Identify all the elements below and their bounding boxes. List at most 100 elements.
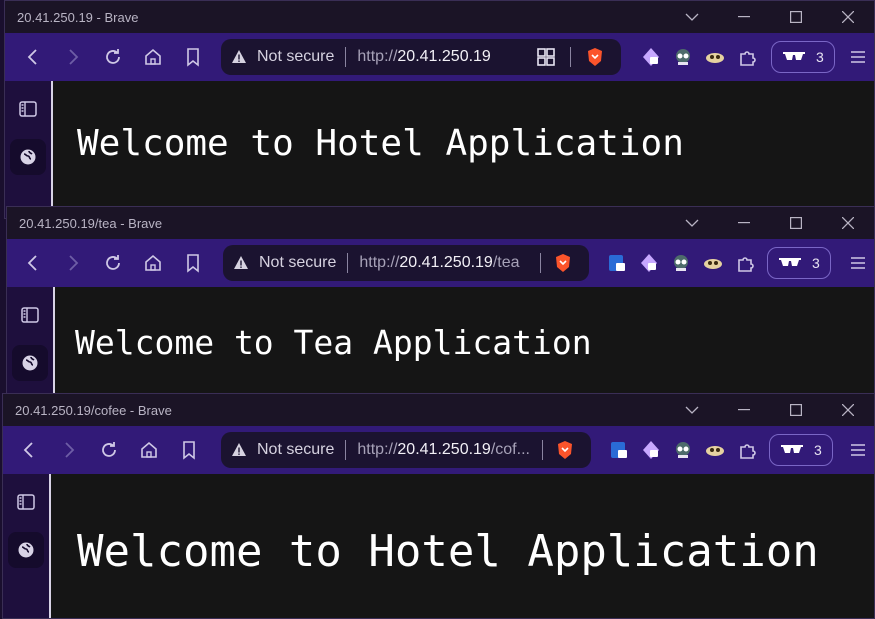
url-separator — [347, 253, 349, 273]
warning-icon[interactable] — [231, 49, 247, 65]
page-heading: Welcome to Hotel Application — [77, 526, 819, 577]
extension-glasses-icon[interactable] — [665, 247, 697, 279]
extension-lock-icon[interactable] — [633, 247, 665, 279]
toolbar: Not secure http:// 20.41.250.19 3 — [5, 33, 874, 81]
forward-button[interactable] — [49, 430, 89, 470]
not-secure-label[interactable]: Not secure — [257, 441, 334, 459]
url-host: 20.41.250.19 — [399, 254, 493, 271]
reload-button[interactable] — [93, 37, 133, 77]
page-content: Welcome to Hotel Application — [53, 81, 874, 218]
extension-tampermonkey-icon[interactable] — [699, 434, 731, 466]
private-window-count: 3 — [814, 442, 822, 458]
url-protocol: http:// — [357, 441, 398, 458]
extensions-puzzle-icon[interactable] — [731, 41, 763, 73]
brave-shields-icon[interactable] — [547, 247, 579, 279]
title-bar: 20.41.250.19/tea - Brave — [7, 207, 874, 239]
minimize-button[interactable] — [718, 394, 770, 426]
address-bar[interactable]: Not secure http:// 20.41.250.19 — [221, 39, 621, 75]
close-button[interactable] — [822, 207, 874, 239]
extensions-puzzle-icon[interactable] — [729, 247, 761, 279]
not-secure-label[interactable]: Not secure — [259, 254, 336, 272]
bookmark-button[interactable] — [169, 430, 209, 470]
url-protocol: http:// — [357, 48, 398, 65]
not-secure-label[interactable]: Not secure — [257, 48, 334, 66]
home-button[interactable] — [133, 37, 173, 77]
back-button[interactable] — [13, 243, 53, 283]
private-windows-button[interactable]: 3 — [767, 247, 831, 279]
close-button[interactable] — [822, 394, 874, 426]
toolbar: Not secure http:// 20.41.250.19 /tea 3 — [7, 239, 874, 287]
private-window-count: 3 — [816, 49, 824, 65]
home-button[interactable] — [129, 430, 169, 470]
url-path: /cof... — [490, 441, 530, 458]
extensions-puzzle-icon[interactable] — [731, 434, 763, 466]
warning-icon[interactable] — [231, 442, 247, 458]
extension-bitwarden-icon[interactable] — [603, 434, 635, 466]
sidebar-toggle-icon[interactable] — [12, 297, 48, 333]
page-content: Welcome to Hotel Application — [51, 474, 874, 618]
warning-icon[interactable] — [233, 255, 249, 271]
forward-button[interactable] — [53, 243, 93, 283]
side-panel — [3, 474, 51, 618]
bookmark-button[interactable] — [173, 37, 213, 77]
extension-lock-icon[interactable] — [635, 434, 667, 466]
sidebar-toggle-icon[interactable] — [8, 484, 44, 520]
extension-lock-icon[interactable] — [635, 41, 667, 73]
extension-bitwarden-icon[interactable] — [601, 247, 633, 279]
back-button[interactable] — [9, 430, 49, 470]
window-title: 20.41.250.19/cofee - Brave — [15, 402, 172, 418]
extension-glasses-icon[interactable] — [667, 41, 699, 73]
menu-button[interactable] — [842, 430, 874, 470]
page-heading: Welcome to Tea Application — [75, 323, 592, 362]
toolbar: Not secure http:// 20.41.250.19 /cof... … — [3, 426, 874, 474]
reload-button[interactable] — [89, 430, 129, 470]
private-windows-button[interactable]: 3 — [771, 41, 835, 73]
extension-tampermonkey-icon[interactable] — [699, 41, 731, 73]
sunglasses-icon — [782, 49, 806, 65]
brave-shields-icon[interactable] — [579, 41, 611, 73]
private-windows-button[interactable]: 3 — [769, 434, 833, 466]
url-separator — [345, 47, 347, 67]
reload-button[interactable] — [93, 243, 133, 283]
maximize-button[interactable] — [770, 1, 822, 33]
back-button[interactable] — [13, 37, 53, 77]
brave-shields-icon[interactable] — [549, 434, 581, 466]
sidebar-toggle-icon[interactable] — [10, 91, 46, 127]
side-panel — [7, 287, 55, 405]
title-bar: 20.41.250.19 - Brave — [5, 1, 874, 33]
globe-icon[interactable] — [8, 532, 44, 568]
minimize-button[interactable] — [718, 207, 770, 239]
browser-window-cofee: 20.41.250.19/cofee - Brave Not secure ht… — [2, 393, 875, 619]
url-separator — [570, 47, 571, 67]
maximize-button[interactable] — [770, 207, 822, 239]
globe-icon[interactable] — [12, 345, 48, 381]
forward-button[interactable] — [53, 37, 93, 77]
close-button[interactable] — [822, 1, 874, 33]
private-window-count: 3 — [812, 255, 820, 271]
minimize-button[interactable] — [718, 1, 770, 33]
page-heading: Welcome to Hotel Application — [77, 123, 684, 164]
menu-button[interactable] — [842, 243, 874, 283]
maximize-button[interactable] — [770, 394, 822, 426]
url-host: 20.41.250.19 — [397, 441, 491, 458]
sunglasses-icon — [778, 255, 802, 271]
bookmark-button[interactable] — [173, 243, 213, 283]
window-title: 20.41.250.19 - Brave — [17, 9, 139, 25]
home-button[interactable] — [133, 243, 173, 283]
menu-button[interactable] — [842, 37, 874, 77]
browser-window-root: 20.41.250.19 - Brave Not secure http:// … — [4, 0, 875, 219]
address-bar[interactable]: Not secure http:// 20.41.250.19 /tea — [223, 245, 589, 281]
extension-glasses-icon[interactable] — [667, 434, 699, 466]
page-content: Welcome to Tea Application — [55, 287, 874, 405]
tab-search-chevron-icon[interactable] — [666, 394, 718, 426]
extension-tampermonkey-icon[interactable] — [697, 247, 729, 279]
globe-icon[interactable] — [10, 139, 46, 175]
side-panel — [5, 81, 53, 218]
qr-code-icon[interactable] — [530, 41, 562, 73]
tab-search-chevron-icon[interactable] — [666, 1, 718, 33]
window-title: 20.41.250.19/tea - Brave — [19, 215, 163, 231]
url-path: /tea — [492, 254, 520, 271]
url-separator — [542, 440, 543, 460]
address-bar[interactable]: Not secure http:// 20.41.250.19 /cof... — [221, 432, 591, 468]
tab-search-chevron-icon[interactable] — [666, 207, 718, 239]
